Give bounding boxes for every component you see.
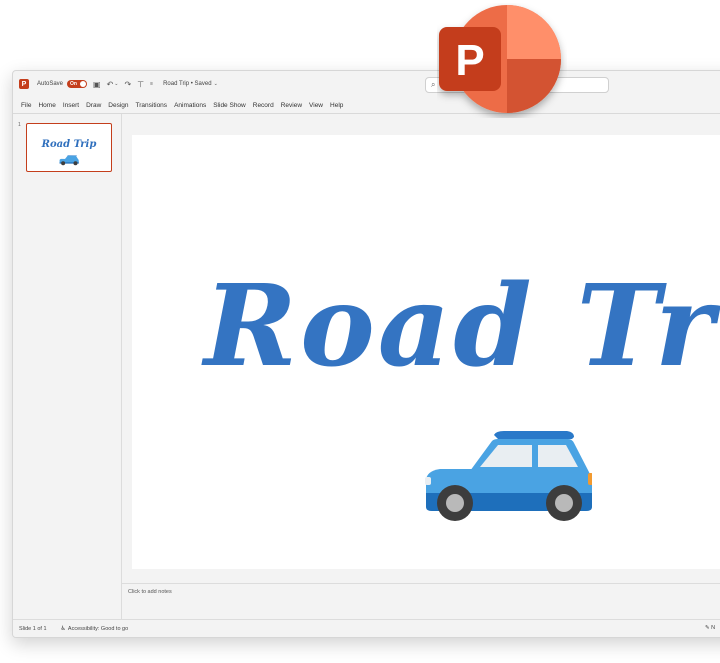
title-bar: P AutoSave On ▣ ↶ ⌄ ↷ ⊤ ≡ Road Trip • Sa… <box>13 71 720 97</box>
thumbnail-title: Road Trip <box>41 139 97 150</box>
slide-thumbnail-pane: 1 Road Trip <box>13 114 122 620</box>
customize-quick-access-icon[interactable]: ≡ <box>150 81 153 87</box>
notes-placeholder: Click to add notes <box>128 589 172 595</box>
chevron-down-icon[interactable]: ⌄ <box>214 81 218 87</box>
notes-button-label: N <box>711 625 716 631</box>
slide-title[interactable]: Road Trip <box>204 271 720 383</box>
save-icon[interactable]: ▣ <box>93 80 101 89</box>
notes-button[interactable]: ✎ N <box>705 625 715 631</box>
document-title[interactable]: Road Trip • Saved <box>163 81 211 87</box>
redo-icon[interactable]: ↷ <box>125 80 132 89</box>
powerpoint-mini-icon: P <box>19 79 29 89</box>
powerpoint-window: P AutoSave On ▣ ↶ ⌄ ↷ ⊤ ≡ Road Trip • Sa… <box>12 70 720 638</box>
tab-help[interactable]: Help <box>330 102 343 109</box>
undo-icon[interactable]: ↶ <box>107 80 114 89</box>
tab-home[interactable]: Home <box>38 102 55 109</box>
accessibility-status[interactable]: Accessibility: Good to go <box>68 626 128 632</box>
search-icon: ⌕ <box>431 80 436 89</box>
autosave-state: On <box>70 81 77 87</box>
powerpoint-logo-icon: P <box>439 5 561 113</box>
thumbnail-car-icon <box>59 155 79 166</box>
thumbnail-number: 1 <box>18 122 21 128</box>
tab-slide-show[interactable]: Slide Show <box>213 102 246 109</box>
ribbon-tabs: File Home Insert Draw Design Transitions… <box>13 97 720 113</box>
present-icon[interactable]: ⊤ <box>137 80 144 89</box>
tab-record[interactable]: Record <box>253 102 274 109</box>
slide-count: Slide 1 of 1 <box>19 625 47 632</box>
slide-canvas[interactable]: Road Trip <box>132 135 720 569</box>
tab-animations[interactable]: Animations <box>174 102 206 109</box>
tab-view[interactable]: View <box>309 102 323 109</box>
autosave-toggle[interactable]: On <box>67 80 88 88</box>
status-bar: Slide 1 of 1 ♿ Accessibility: Good to go… <box>13 619 720 637</box>
tab-review[interactable]: Review <box>281 102 302 109</box>
car-icon[interactable] <box>422 429 592 524</box>
tab-transitions[interactable]: Transitions <box>136 102 168 109</box>
undo-dropdown-icon[interactable]: ⌄ <box>114 81 118 87</box>
tab-design[interactable]: Design <box>108 102 128 109</box>
notes-pane[interactable]: Click to add notes <box>122 583 720 621</box>
tab-file[interactable]: File <box>21 102 31 109</box>
powerpoint-logo-letter: P <box>455 36 484 85</box>
accessibility-icon[interactable]: ♿ <box>61 625 66 632</box>
tab-insert[interactable]: Insert <box>63 102 79 109</box>
autosave-label: AutoSave <box>37 81 64 87</box>
tab-draw[interactable]: Draw <box>86 102 101 109</box>
slide-thumbnail[interactable]: Road Trip <box>26 123 112 172</box>
notes-icon: ✎ <box>705 625 710 631</box>
